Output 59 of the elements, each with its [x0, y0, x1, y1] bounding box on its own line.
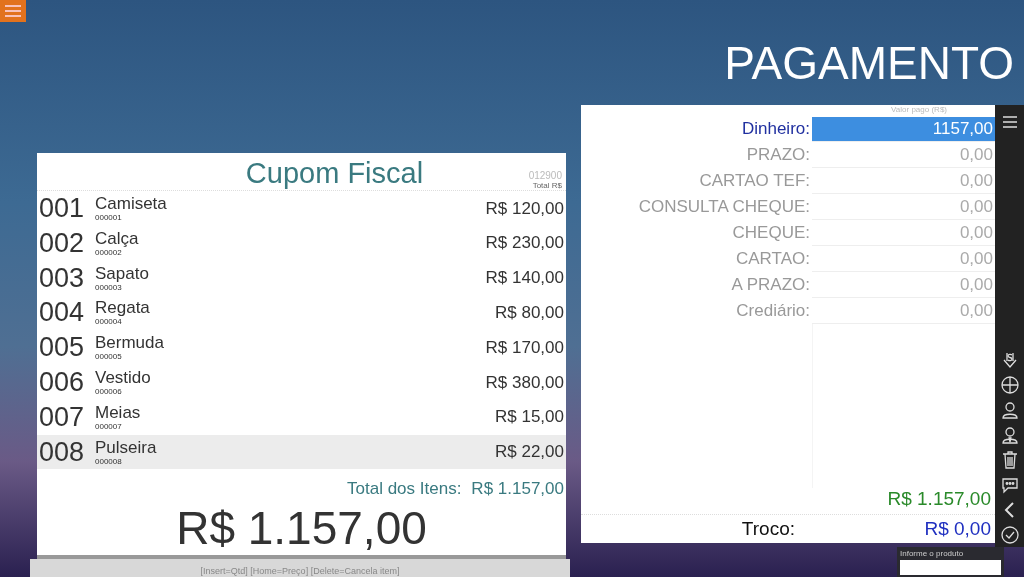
payment-label: Crediário: [735, 301, 811, 321]
item-price: R$ 15,00 [495, 407, 565, 428]
item-name: Vestido [95, 369, 152, 388]
page-title: PAGAMENTO [724, 36, 1014, 90]
check-circle-icon [999, 525, 1020, 545]
item-code: 000002 [95, 247, 123, 257]
item-number: 006 [39, 367, 86, 399]
item-name: Regata [95, 299, 151, 318]
receipt-title: Cupom Fiscal [244, 156, 425, 190]
item-code: 000006 [95, 387, 123, 397]
crosshair-circle-icon [999, 375, 1020, 395]
item-name: Pulseira [95, 438, 158, 457]
payment-label: Dinheiro: [740, 119, 811, 139]
shortcut-hint: [Insert=Qtd] [Home=Preço] [Delete=Cancela item] [30, 559, 570, 577]
chat-icon [999, 475, 1020, 495]
product-input[interactable]: Informe o produto [897, 547, 1004, 577]
person-icon [999, 400, 1020, 420]
item-code: 000004 [95, 317, 123, 327]
payment-label: CARTAO: [735, 249, 811, 269]
item-price: R$ 22,00 [495, 442, 565, 463]
item-name: Sapato [95, 264, 150, 283]
item-number: 001 [39, 193, 86, 225]
receipt-code: 012900 [527, 169, 562, 181]
item-price: R$ 170,00 [485, 337, 565, 358]
item-number: 005 [39, 332, 86, 364]
item-price: R$ 230,00 [485, 233, 565, 254]
item-price: R$ 140,00 [485, 268, 565, 289]
item-name: Calça [95, 229, 140, 248]
payment-total: R$ 1.157,00 [887, 488, 991, 509]
item-price: R$ 80,00 [495, 302, 565, 323]
grand-total: R$ 1.157,00 [175, 501, 428, 556]
payment-label: CHEQUE: [731, 223, 811, 243]
item-name: Bermuda [95, 334, 165, 353]
item-number: 007 [39, 401, 86, 433]
change-label: Troco: [740, 518, 795, 540]
item-price: R$ 120,00 [485, 198, 565, 219]
items-total: R$ 1.157,00 [471, 479, 564, 500]
item-code: 000003 [95, 282, 123, 292]
change-value: R$ 0,00 [923, 518, 992, 540]
payment-label: A PRAZO: [730, 275, 811, 295]
item-number: 004 [39, 297, 86, 329]
product-input-label: Informe o produto [900, 549, 965, 558]
payment-label: PRAZO: [745, 145, 811, 165]
item-price: R$ 380,00 [485, 372, 565, 393]
item-code: 000005 [95, 352, 123, 362]
item-code: 000001 [95, 213, 123, 223]
item-number: 008 [39, 436, 86, 468]
payment-label: CONSULTA CHEQUE: [637, 197, 811, 217]
item-number: 003 [39, 262, 86, 294]
item-name: Meias [95, 403, 142, 422]
items-total-label: Total dos Itens: [347, 479, 462, 500]
item-number: 002 [39, 227, 86, 259]
item-code: 000007 [95, 421, 123, 431]
item-code: 000008 [95, 456, 123, 466]
total-caption: Total R$ [531, 180, 562, 190]
item-name: Camiseta [95, 195, 168, 214]
menu-icon [5, 5, 21, 17]
payment-label: CARTAO TEF: [698, 171, 811, 191]
person-tie-icon [999, 425, 1020, 445]
